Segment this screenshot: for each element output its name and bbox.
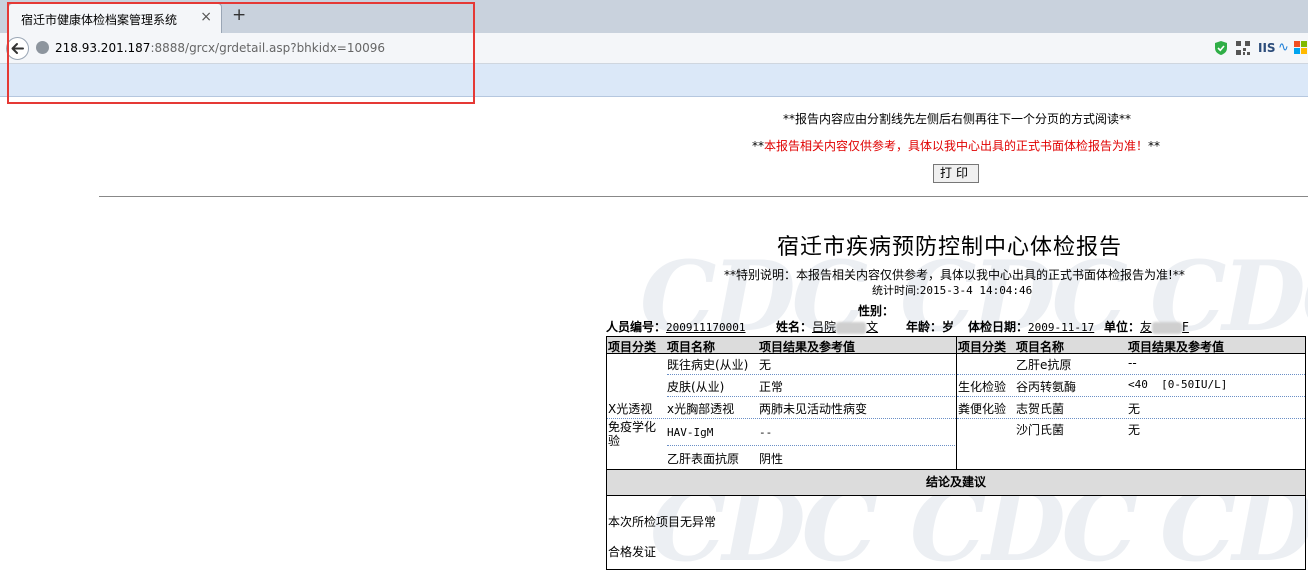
table-row: 生化检验 谷丙转氨酶 <40 [0-50IU/L] — [957, 375, 1305, 397]
row-item: 沙门氏菌 — [1016, 423, 1065, 437]
report-title: 宿迁市疾病预防控制中心体检报告 — [777, 235, 1123, 260]
disclaimer-suffix: ** — [1148, 139, 1161, 153]
person-id-value: 200911170001 — [666, 321, 746, 334]
table-row: 既往病史(从业) 无 — [607, 354, 956, 375]
unit-value-start: 友 — [1140, 320, 1153, 334]
table-row: 乙肝e抗原 -- — [957, 354, 1305, 375]
section-divider — [99, 196, 1308, 197]
row-result: <40 [0-50IU/L] — [1128, 378, 1228, 391]
name-value-start: 吕院 — [812, 320, 837, 334]
row-item: 谷丙转氨酶 — [1016, 380, 1077, 394]
unit-label: 单位： — [1104, 320, 1141, 334]
row-item: 乙肝表面抗原 — [667, 452, 740, 466]
unit-field: 单位：友 F — [1104, 318, 1189, 335]
row-result: 无 — [759, 358, 772, 372]
unit-value-end: F — [1182, 320, 1189, 334]
disclaimer-text: 本报告相关内容仅供参考，具体以我中心出具的正式书面体检报告为准！ — [764, 139, 1149, 153]
results-left-column: 项目分类 项目名称 项目结果及参考值 既往病史(从业) 无 皮肤(从业) 正常 … — [607, 337, 957, 469]
age-label: 年龄：岁 — [906, 320, 955, 334]
header-category: 项目分类 — [608, 340, 657, 354]
statistics-time-label: 统计时间: — [872, 284, 920, 297]
iis-icon[interactable]: IIS — [1258, 41, 1276, 55]
windows-logo-icon[interactable] — [1294, 41, 1308, 55]
qr-code-icon[interactable] — [1236, 41, 1250, 55]
row-result: 两肺未见活动性病变 — [759, 402, 868, 416]
row-item: 皮肤(从业) — [667, 380, 725, 394]
statistics-time: 统计时间:2015-3-4 14:04:46 — [872, 282, 1032, 298]
header-category: 项目分类 — [958, 340, 1007, 354]
table-header: 项目分类 项目名称 项目结果及参考值 — [957, 337, 1305, 354]
row-result: -- — [1128, 356, 1137, 370]
name-label: 姓名： — [776, 320, 813, 334]
row-category: 免疫学化验 — [608, 420, 657, 448]
print-button[interactable]: 打印 — [933, 164, 979, 183]
row-result: 正常 — [759, 380, 784, 394]
redaction-blur — [1152, 321, 1183, 334]
wave-icon[interactable]: ∿ — [1278, 40, 1289, 55]
table-row: 免疫学化验 HAV-IgM -- — [607, 419, 956, 448]
header-item: 项目名称 — [667, 340, 716, 354]
table-row: 粪便化验 志贺氏菌 无 — [957, 397, 1305, 419]
row-category: 粪便化验 — [958, 402, 1007, 416]
table-header: 项目分类 项目名称 项目结果及参考值 — [607, 337, 956, 354]
row-result: 无 — [1128, 423, 1141, 437]
name-field: 姓名：吕院 文 — [776, 318, 878, 335]
row-item: 既往病史(从业) — [667, 358, 749, 372]
age-field: 年龄：岁 — [906, 318, 954, 335]
name-value: 吕院 文 — [812, 320, 878, 334]
results-table: 项目分类 项目名称 项目结果及参考值 既往病史(从业) 无 皮肤(从业) 正常 … — [606, 336, 1306, 570]
exam-date-field: 体检日期：2009-11-17 — [968, 318, 1094, 335]
special-note: **特别说明：本报告相关内容仅供参考，具体以我中心出具的正式书面体检报告为准!*… — [724, 268, 1185, 282]
gender-label: 性别： — [858, 304, 895, 318]
row-category: 生化检验 — [958, 380, 1007, 394]
person-id-label: 人员编号： — [606, 320, 667, 334]
annotation-highlight-box — [7, 2, 475, 104]
table-row: 皮肤(从业) 正常 — [607, 375, 956, 397]
results-right-column: 项目分类 项目名称 项目结果及参考值 乙肝e抗原 -- 生化检验 谷丙转氨酶 <… — [957, 337, 1305, 469]
header-result: 项目结果及参考值 — [759, 340, 856, 354]
redaction-blur — [836, 321, 867, 334]
conclusion-header: 结论及建议 — [607, 469, 1305, 496]
conclusion-line-1: 本次所检项目无异常 — [608, 515, 717, 529]
header-item: 项目名称 — [1016, 340, 1065, 354]
table-row: X光透视 x光胸部透视 两肺未见活动性病变 — [607, 397, 956, 419]
exam-date-value: 2009-11-17 — [1028, 321, 1095, 334]
exam-date-label: 体检日期： — [968, 320, 1029, 334]
row-item: 乙肝e抗原 — [1016, 358, 1072, 372]
table-row: 沙门氏菌 无 — [957, 419, 1305, 439]
row-item: x光胸部透视 — [667, 402, 735, 416]
row-result: 阴性 — [759, 452, 784, 466]
person-id-field: 人员编号：200911170001 — [606, 318, 746, 335]
row-result: 无 — [1128, 402, 1141, 416]
row-result: -- — [759, 426, 773, 439]
name-value-end: 文 — [866, 320, 879, 334]
table-row: 乙肝表面抗原 阴性 — [607, 447, 956, 467]
row-category: X光透视 — [608, 402, 653, 416]
header-result: 项目结果及参考值 — [1128, 340, 1225, 354]
disclaimer-notice: **本报告相关内容仅供参考，具体以我中心出具的正式书面体检报告为准！** — [752, 137, 1160, 154]
shield-icon[interactable] — [1214, 40, 1228, 56]
disclaimer-prefix: ** — [752, 139, 764, 153]
unit-value: 友F — [1140, 320, 1189, 334]
row-item: 志贺氏菌 — [1016, 402, 1065, 416]
statistics-time-value: 2015-3-4 14:04:46 — [919, 284, 1033, 297]
reading-order-notice: **报告内容应由分割线先左侧后右侧再往下一个分页的方式阅读** — [783, 112, 1132, 126]
row-item: HAV-IgM — [667, 426, 714, 439]
conclusion-line-2: 合格发证 — [608, 545, 657, 559]
